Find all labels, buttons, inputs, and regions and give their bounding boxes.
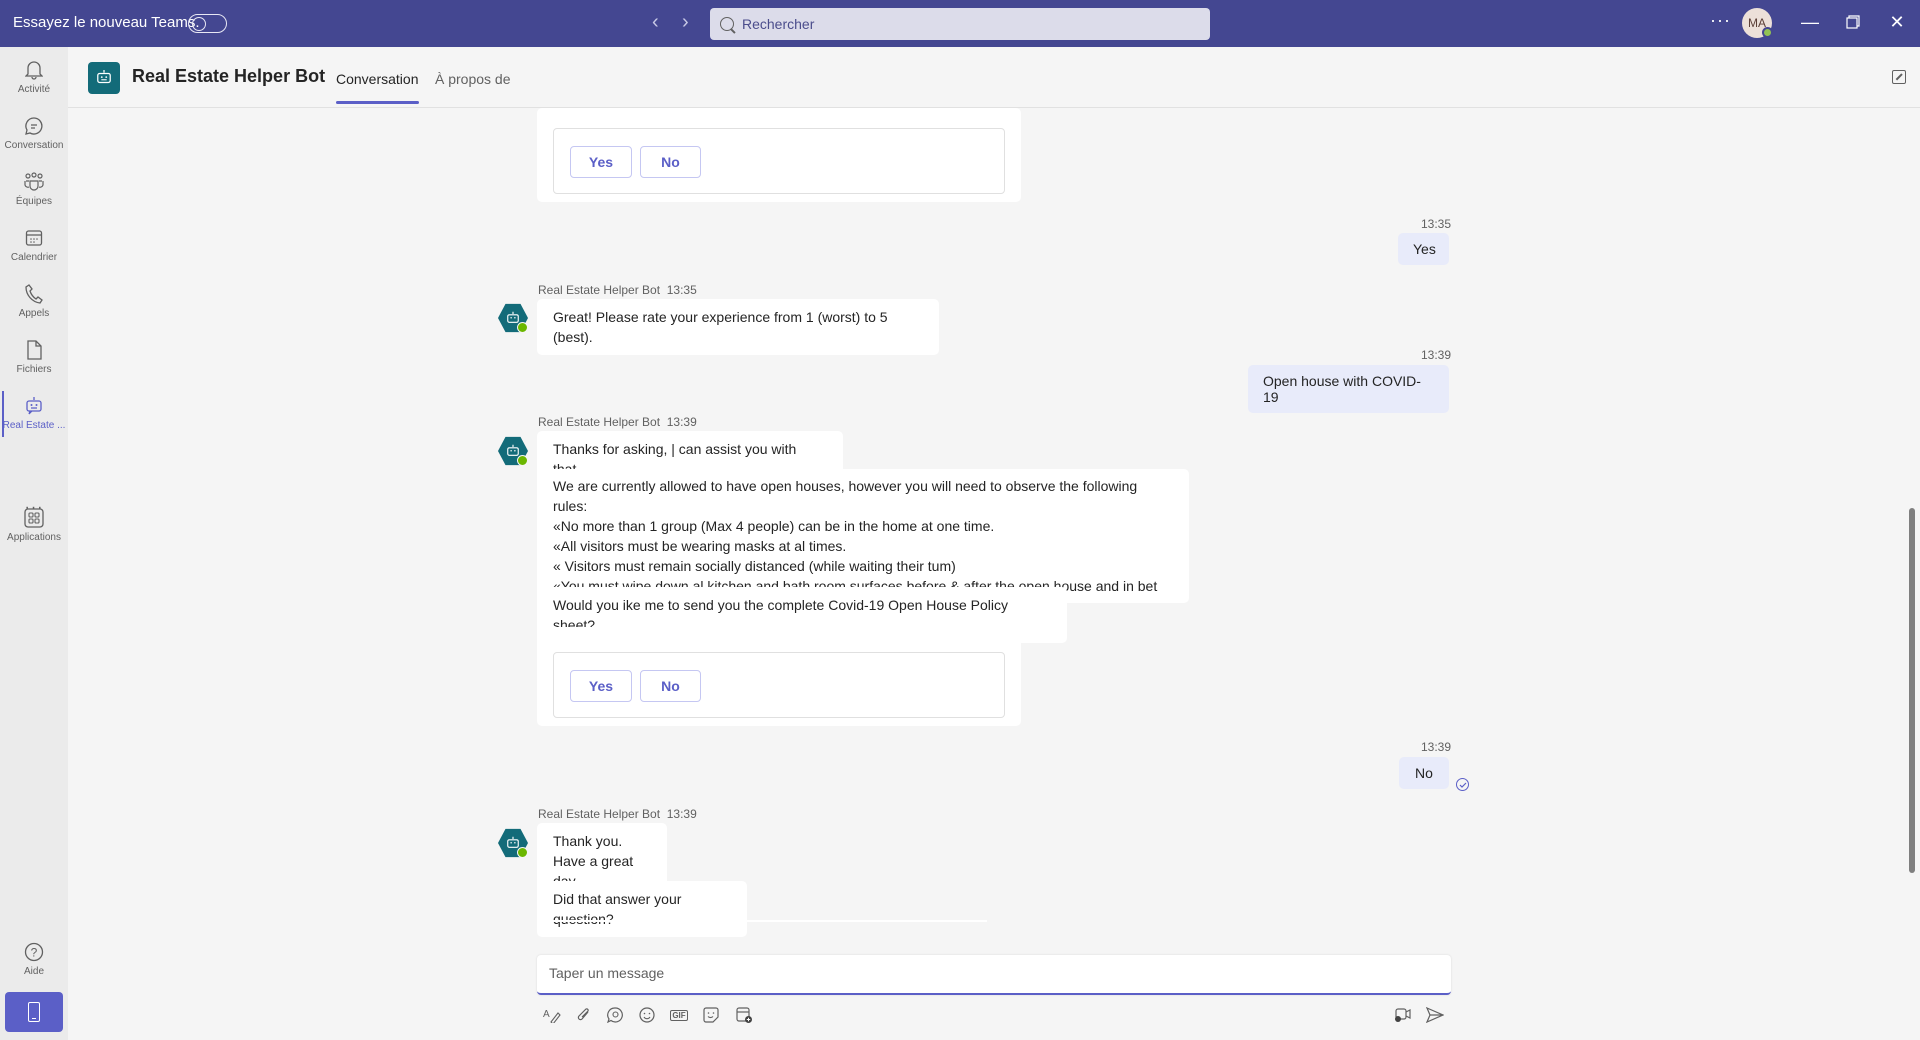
bot-icon: [23, 395, 45, 417]
mobile-phone-icon: [28, 1002, 40, 1022]
message-timestamp: 13:39: [1421, 348, 1452, 362]
card-yes-button[interactable]: Yes: [570, 670, 632, 702]
tab-about[interactable]: À propos de: [435, 71, 511, 87]
bot-icon: [97, 70, 111, 84]
back-arrow-icon[interactable]: ‹: [652, 11, 659, 34]
bot-status-icon: [517, 455, 528, 466]
sidebar-item-teams[interactable]: Équipes: [0, 167, 68, 221]
adaptive-card: Yes No: [537, 108, 1021, 202]
sidebar-item-activity[interactable]: Activité: [0, 55, 68, 109]
bot-message: Great! Please rate your experience from …: [537, 299, 939, 355]
chat-scrollbar[interactable]: [1909, 508, 1915, 873]
seen-check-icon: [1456, 778, 1469, 791]
search-box[interactable]: [710, 8, 1210, 40]
card-actions: Yes No: [553, 128, 1005, 194]
search-input[interactable]: [742, 16, 1182, 32]
sidebar-item-help[interactable]: ? Aide: [0, 937, 68, 991]
try-new-teams-label: Essayez le nouveau Teams.: [13, 14, 200, 31]
bot-avatar: [498, 828, 528, 858]
card-edge: [537, 920, 987, 922]
message-input[interactable]: [549, 965, 1429, 981]
card-no-button[interactable]: No: [640, 670, 701, 702]
bot-message: Did that answer your question?: [537, 881, 747, 937]
attach-icon[interactable]: [573, 1005, 595, 1025]
message-timestamp: 13:39: [1421, 740, 1452, 754]
meet-now-icon[interactable]: [1392, 1005, 1414, 1025]
svg-text:A: A: [543, 1009, 550, 1020]
more-options-icon[interactable]: ···: [1710, 10, 1731, 31]
teams-icon: [23, 171, 45, 193]
schedule-meeting-icon[interactable]: [733, 1005, 755, 1025]
bot-avatar: [498, 303, 528, 333]
compose-box[interactable]: [537, 955, 1451, 995]
apps-icon: [23, 507, 45, 529]
emoji-icon[interactable]: [636, 1005, 658, 1025]
bot-status-icon: [517, 847, 528, 858]
mobile-app-button[interactable]: [5, 992, 63, 1032]
avatar[interactable]: MA: [1742, 8, 1773, 38]
forward-arrow-icon[interactable]: ›: [682, 11, 689, 34]
rules-line: «All visitors must be wearing masks at a…: [553, 538, 847, 554]
app-bar: Activité Conversation Équipes Calendrier…: [0, 47, 68, 1040]
message-sender-time: Real Estate Helper Bot 13:39: [538, 807, 697, 821]
chat-icon: [23, 115, 45, 137]
sidebar-item-chat[interactable]: Conversation: [0, 111, 68, 165]
bot-avatar-tile: [88, 62, 120, 94]
rules-line: «No more than 1 group (Max 4 people) can…: [553, 518, 995, 534]
message-sender-time: Real Estate Helper Bot 13:39: [538, 415, 697, 429]
gif-icon[interactable]: GIF: [668, 1005, 690, 1025]
chat-header: Real Estate Helper Bot Conversation À pr…: [68, 47, 1920, 108]
sidebar-item-files[interactable]: Fichiers: [0, 335, 68, 389]
calendar-icon: [23, 227, 45, 249]
close-icon[interactable]: ✕: [1885, 12, 1909, 32]
help-icon: ?: [23, 941, 45, 963]
card-yes-button[interactable]: Yes: [570, 146, 632, 178]
presence-available-icon: [1762, 27, 1773, 38]
sticker-icon[interactable]: [700, 1005, 722, 1025]
tab-conversation[interactable]: Conversation: [336, 71, 419, 104]
message-line: Thank you.: [553, 833, 623, 849]
phone-call-icon: [23, 283, 45, 305]
sidebar-item-calls[interactable]: Appels: [0, 279, 68, 333]
user-message: No: [1399, 757, 1449, 789]
format-icon[interactable]: A: [541, 1005, 563, 1025]
file-icon: [23, 339, 45, 361]
card-no-button[interactable]: No: [640, 146, 701, 178]
rules-line: « Visitors must remain socially distance…: [553, 558, 956, 574]
user-message: Open house with COVID-19: [1248, 365, 1449, 413]
svg-text:?: ?: [31, 946, 38, 960]
message-list: Yes No 13:35 Yes Real Estate Helper Bot …: [68, 108, 1920, 948]
adaptive-card: Yes No: [537, 627, 1021, 726]
bell-icon: [23, 59, 45, 81]
popout-icon[interactable]: [1892, 70, 1906, 84]
sidebar-item-real-estate-bot[interactable]: Real Estate ...: [0, 391, 68, 445]
loop-icon[interactable]: [604, 1005, 626, 1025]
minimize-icon[interactable]: —: [1798, 12, 1822, 32]
card-actions: Yes No: [553, 652, 1005, 718]
bot-status-icon: [517, 322, 528, 333]
search-icon: [720, 17, 734, 31]
user-message: Yes: [1398, 233, 1449, 265]
title-bar: Essayez le nouveau Teams. ‹ › ··· MA — ✕: [0, 0, 1920, 47]
new-teams-toggle[interactable]: [188, 14, 227, 33]
sidebar-item-applications[interactable]: Applications: [0, 503, 68, 557]
message-sender-time: Real Estate Helper Bot 13:35: [538, 283, 697, 297]
sidebar-item-calendar[interactable]: Calendrier: [0, 223, 68, 277]
bot-avatar: [498, 436, 528, 466]
rules-line: We are currently allowed to have open ho…: [553, 478, 1138, 514]
send-icon[interactable]: [1424, 1005, 1446, 1025]
bot-message-rules: We are currently allowed to have open ho…: [537, 469, 1189, 603]
restore-icon[interactable]: [1841, 13, 1865, 33]
message-timestamp: 13:35: [1421, 217, 1452, 231]
page-title: Real Estate Helper Bot: [132, 66, 326, 86]
